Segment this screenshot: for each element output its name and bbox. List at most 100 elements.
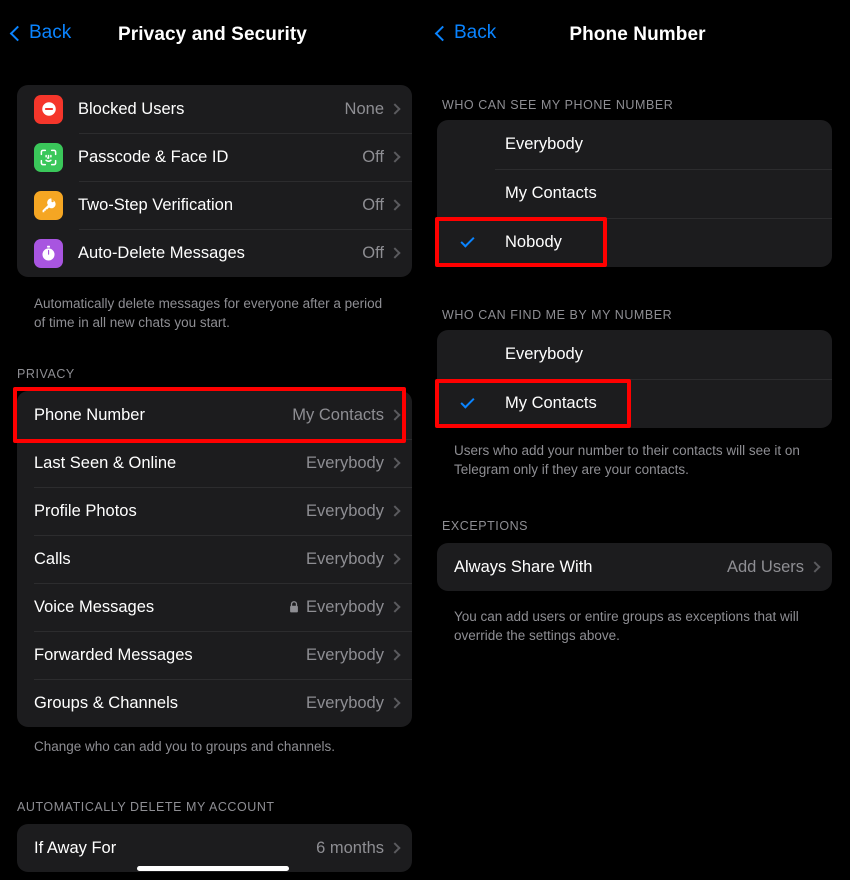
row-label: Always Share With xyxy=(454,557,593,576)
option-label: My Contacts xyxy=(505,394,597,412)
row-value: 6 months xyxy=(316,839,384,858)
chevron-right-icon xyxy=(389,151,401,163)
row-value: Everybody xyxy=(306,646,384,665)
lock-icon xyxy=(290,601,298,613)
row-value-text: Everybody xyxy=(306,453,384,472)
row-label: Auto-Delete Messages xyxy=(78,243,245,262)
row-label: Blocked Users xyxy=(78,99,185,118)
row-value: Everybody xyxy=(306,694,384,713)
chevron-right-icon xyxy=(389,103,401,115)
timer-icon xyxy=(34,238,63,268)
row-value-text: Everybody xyxy=(306,501,384,520)
option-label: Nobody xyxy=(505,233,562,251)
row-if-away-for[interactable]: If Away For 6 months xyxy=(17,824,412,872)
privacy-section-header: PRIVACY xyxy=(17,367,75,381)
screenshot-root: Back Privacy and Security Blocked Users … xyxy=(0,0,850,880)
row-label: Forwarded Messages xyxy=(34,645,193,664)
option-label: Everybody xyxy=(505,345,583,363)
who-can-find-footnote: Users who add your number to their conta… xyxy=(454,443,800,478)
chevron-right-icon xyxy=(389,247,401,259)
row-value: Everybody xyxy=(288,598,384,617)
key-icon xyxy=(34,190,63,220)
row-label: Profile Photos xyxy=(34,501,137,520)
left-navigation-bar: Back Privacy and Security xyxy=(0,0,425,70)
option-nobody-see[interactable]: Nobody xyxy=(437,218,832,267)
row-label: Voice Messages xyxy=(34,597,155,616)
row-voice-messages[interactable]: Voice Messages Everybody xyxy=(17,583,412,631)
chevron-right-icon xyxy=(389,649,401,661)
row-profile-photos[interactable]: Profile Photos Everybody xyxy=(17,487,412,535)
checkmark-icon xyxy=(460,233,475,248)
chevron-right-icon xyxy=(389,505,401,517)
page-title-right: Phone Number xyxy=(569,24,706,45)
who-can-see-header: WHO CAN SEE MY PHONE NUMBER xyxy=(442,98,674,112)
face-id-icon xyxy=(34,142,63,172)
option-my-contacts-see[interactable]: My Contacts xyxy=(437,169,832,218)
row-value: Everybody xyxy=(306,454,384,473)
blocked-users-icon xyxy=(34,94,63,124)
chevron-right-icon xyxy=(389,697,401,709)
chevron-right-icon xyxy=(389,199,401,211)
row-value: Off xyxy=(362,148,384,167)
option-label: Everybody xyxy=(505,135,583,153)
row-label: Phone Number xyxy=(34,405,145,424)
row-blocked-users[interactable]: Blocked Users None xyxy=(17,85,412,133)
exceptions-header: EXCEPTIONS xyxy=(442,519,529,533)
option-everybody-find[interactable]: Everybody xyxy=(437,330,832,379)
row-value: My Contacts xyxy=(292,406,384,425)
right-navigation-bar: Back Phone Number xyxy=(425,0,850,70)
row-value-text: Add Users xyxy=(726,557,804,576)
privacy-section-footnote: Change who can add you to groups and cha… xyxy=(34,739,335,754)
row-groups-channels[interactable]: Groups & Channels Everybody xyxy=(17,679,412,727)
row-label: Two-Step Verification xyxy=(78,195,233,214)
home-indicator[interactable] xyxy=(137,866,289,871)
row-value-text: Off xyxy=(362,195,384,214)
chevron-right-icon xyxy=(389,553,401,565)
row-value-text: Everybody xyxy=(306,597,384,616)
row-value-text: My Contacts xyxy=(292,405,384,424)
row-label: Passcode & Face ID xyxy=(78,147,229,166)
security-card: Blocked Users None Passcode & Face ID Of… xyxy=(17,85,412,277)
row-always-share-with[interactable]: Always Share With Add Users xyxy=(437,543,832,591)
row-label: Calls xyxy=(34,549,71,568)
row-two-step-verification[interactable]: Two-Step Verification Off xyxy=(17,181,412,229)
option-my-contacts-find[interactable]: My Contacts xyxy=(437,379,832,428)
chevron-right-icon xyxy=(389,601,401,613)
row-value: Add Users xyxy=(727,558,804,577)
row-label: If Away For xyxy=(34,838,117,857)
row-value-text: Everybody xyxy=(306,549,384,568)
row-value-text: Off xyxy=(362,243,384,262)
row-phone-number[interactable]: Phone Number My Contacts xyxy=(17,391,412,439)
option-everybody-see[interactable]: Everybody xyxy=(437,120,832,169)
chevron-right-icon xyxy=(389,842,401,854)
option-label: My Contacts xyxy=(505,184,597,202)
row-value-text: Everybody xyxy=(306,693,384,712)
row-value: Everybody xyxy=(306,502,384,521)
auto-delete-account-card: If Away For 6 months xyxy=(17,824,412,872)
privacy-card: Phone Number My Contacts Last Seen & Onl… xyxy=(17,391,412,727)
who-can-find-card: Everybody My Contacts xyxy=(437,330,832,428)
auto-delete-account-header: AUTOMATICALLY DELETE MY ACCOUNT xyxy=(17,800,275,814)
chevron-right-icon xyxy=(389,409,401,421)
row-value: Off xyxy=(362,196,384,215)
privacy-and-security-screen: Back Privacy and Security Blocked Users … xyxy=(0,0,425,880)
row-passcode-face-id[interactable]: Passcode & Face ID Off xyxy=(17,133,412,181)
row-last-seen-online[interactable]: Last Seen & Online Everybody xyxy=(17,439,412,487)
check-slot xyxy=(460,233,505,248)
who-can-see-card: Everybody My Contacts Nobody xyxy=(437,120,832,267)
row-value: Off xyxy=(362,244,384,263)
row-value: Everybody xyxy=(306,550,384,569)
row-value-text: Everybody xyxy=(306,645,384,664)
who-can-find-header: WHO CAN FIND ME BY MY NUMBER xyxy=(442,308,673,322)
row-value-text: 6 months xyxy=(316,838,384,857)
chevron-right-icon xyxy=(809,561,821,573)
row-calls[interactable]: Calls Everybody xyxy=(17,535,412,583)
row-value: None xyxy=(345,100,384,119)
exceptions-footnote: You can add users or entire groups as ex… xyxy=(454,609,799,644)
check-slot xyxy=(460,394,505,409)
row-forwarded-messages[interactable]: Forwarded Messages Everybody xyxy=(17,631,412,679)
row-auto-delete-messages[interactable]: Auto-Delete Messages Off xyxy=(17,229,412,277)
phone-number-screen: Back Phone Number WHO CAN SEE MY PHONE N… xyxy=(425,0,850,880)
checkmark-icon xyxy=(460,394,475,409)
row-label: Groups & Channels xyxy=(34,693,178,712)
